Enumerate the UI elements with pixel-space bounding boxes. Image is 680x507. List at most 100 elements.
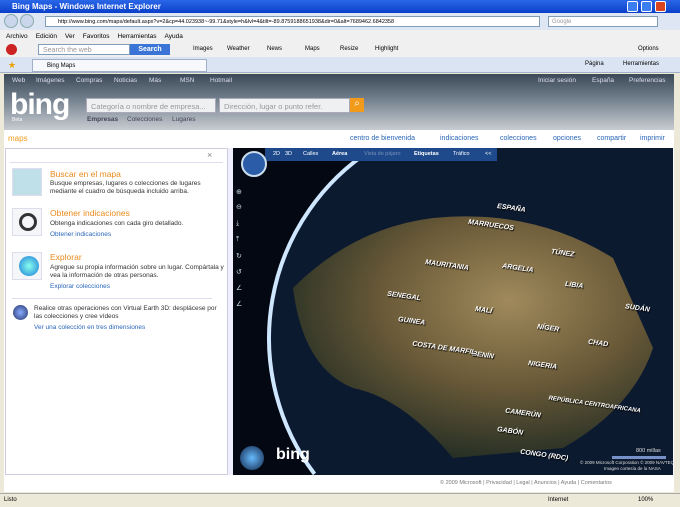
feature-title-explore[interactable]: Explorar [50, 252, 82, 262]
status-bar: Listo Internet 100% [0, 493, 680, 507]
map-canvas[interactable] [233, 148, 673, 475]
maximize-button[interactable] [641, 1, 652, 12]
share-link[interactable]: compartir [597, 135, 626, 142]
map-icon [12, 168, 42, 196]
tab-colecciones[interactable]: Colecciones [127, 116, 162, 123]
menu-favoritos[interactable]: Favoritos [83, 33, 110, 40]
map-copyright: © 2009 Microsoft Corporation © 2009 NAVT… [580, 460, 675, 465]
menu-edicion[interactable]: Edición [36, 33, 57, 40]
steering-wheel-icon [12, 208, 42, 236]
collections-link[interactable]: colecciones [500, 135, 537, 142]
what-search-input[interactable]: Categoría o nombre de empresa... [86, 98, 216, 113]
resize-button[interactable]: Resize [340, 46, 358, 52]
traffic-toggle[interactable]: Tráfico [453, 151, 470, 157]
mode-2d[interactable]: 2D [273, 151, 280, 157]
minimize-button[interactable] [627, 1, 638, 12]
style-aerial[interactable]: Aérea [332, 151, 347, 157]
tab-lugares[interactable]: Lugares [172, 116, 196, 123]
feature-desc-explore: Agregue su propia información sobre un l… [50, 264, 224, 279]
forward-button[interactable] [20, 14, 34, 28]
maps-label: maps [8, 134, 28, 143]
back-button[interactable] [4, 14, 18, 28]
maps-button[interactable]: Maps [305, 46, 320, 52]
close-window-button[interactable] [655, 1, 666, 12]
nav-images[interactable]: Imágenes [36, 77, 65, 84]
feature-title-directions[interactable]: Obtener indicaciones [50, 208, 130, 218]
nav-shopping[interactable]: Compras [76, 77, 102, 84]
options-button[interactable]: Options [638, 46, 659, 52]
globe-image [267, 148, 673, 475]
tilt-down-icon[interactable]: ⤓ [236, 220, 239, 228]
get-directions-link[interactable]: Obtener indicaciones [50, 231, 111, 238]
feature-desc-directions: Obtenga indicaciones con cada giro detal… [50, 220, 184, 227]
tools-menu[interactable]: Herramientas [623, 61, 659, 67]
feature-desc-search: Busque empresas, lugares o colecciones d… [50, 180, 201, 195]
toolbar-search-button[interactable]: Search [130, 44, 170, 55]
scale-label: 800 millas [636, 448, 661, 454]
security-zone: Internet [548, 497, 569, 503]
nav-hotmail[interactable]: Hotmail [210, 77, 232, 84]
zoom-level[interactable]: 100% [638, 497, 653, 503]
url-input[interactable]: http://www.bing.com/maps/default.aspx?v=… [45, 16, 540, 27]
bing-nav: Web Imágenes Compras Noticias Más MSN Ho… [4, 74, 674, 86]
style-birdseye[interactable]: Vista de pájaro [364, 151, 401, 157]
beta-label: Beta [12, 117, 23, 123]
menu-herramientas[interactable]: Herramientas [118, 33, 157, 40]
feature-title-search[interactable]: Buscar en el mapa [50, 169, 121, 179]
nav-news[interactable]: Noticias [114, 77, 137, 84]
imagery-credit: Imagen cortesía de la NASA [604, 466, 661, 471]
scale-bar [612, 456, 666, 459]
rotate-left-icon[interactable]: ↺ [236, 268, 242, 276]
menu-bar: Archivo Edición Ver Favoritos Herramientas Ay… [0, 30, 680, 42]
sign-in-link[interactable]: Iniciar sesión [538, 77, 576, 84]
nav-web[interactable]: Web [12, 77, 25, 84]
collapse-toolbar[interactable]: << [485, 151, 491, 157]
window-title: Bing Maps - Windows Internet Explorer [0, 0, 680, 13]
globe-icon [12, 252, 42, 280]
compass-icon[interactable] [241, 151, 267, 177]
earth-logo-icon [240, 446, 264, 470]
map-toolbar: 2D 3D Calles Aérea Vista de pájaro Etiqu… [265, 148, 497, 161]
weather-button[interactable]: Weather [227, 46, 250, 52]
preferences-link[interactable]: Preferencias [629, 77, 666, 84]
tab-empresas[interactable]: Empresas [87, 116, 118, 123]
zoom-in-icon[interactable]: ⊕ [236, 188, 242, 196]
mode-3d[interactable]: 3D [285, 151, 292, 157]
bing-map-logo: bing [276, 446, 310, 463]
menu-ayuda[interactable]: Ayuda [165, 33, 183, 40]
welcome-center-link[interactable]: centro de bienvenida [350, 135, 415, 142]
highlight-button[interactable]: Highlight [375, 46, 398, 52]
browser-search-input[interactable]: Google [548, 16, 658, 27]
region-link[interactable]: España [592, 77, 614, 84]
tilt-icon-2[interactable]: ∠ [236, 300, 242, 308]
ve3d-link[interactable]: Ver una colección en tres dimensiones [34, 324, 145, 331]
labels-toggle[interactable]: Etiquetas [414, 151, 439, 157]
nav-msn[interactable]: MSN [180, 77, 194, 84]
rotate-right-icon[interactable]: ↻ [236, 252, 242, 260]
zoom-out-icon[interactable]: ⊖ [236, 203, 242, 211]
news-button[interactable]: News [267, 46, 282, 52]
ve3d-text: Realice otras operaciones con Virtual Ea… [34, 305, 217, 320]
options-link[interactable]: opciones [553, 135, 581, 142]
nav-more[interactable]: Más [149, 77, 161, 84]
print-link[interactable]: imprimir [640, 135, 665, 142]
tilt-up-icon[interactable]: ⤒ [236, 236, 239, 244]
virtual-earth-icon [13, 305, 28, 320]
favorites-star-icon[interactable]: ★ [8, 60, 16, 71]
menu-archivo[interactable]: Archivo [6, 33, 28, 40]
ask-logo-icon [6, 44, 17, 55]
where-search-input[interactable]: Dirección, lugar o punto refer. [219, 98, 350, 113]
tilt-icon[interactable]: ∠ [236, 284, 242, 292]
status-text: Listo [4, 497, 17, 503]
page-menu[interactable]: Página [585, 61, 604, 67]
search-icon[interactable]: ⌕ [350, 98, 364, 112]
images-button[interactable]: Images [193, 46, 213, 52]
directions-link[interactable]: indicaciones [440, 135, 479, 142]
tab-bing-maps[interactable]: Bing Maps [32, 59, 207, 72]
menu-ver[interactable]: Ver [65, 33, 75, 40]
explore-collections-link[interactable]: Explorar colecciones [50, 283, 110, 290]
style-roads[interactable]: Calles [303, 151, 318, 157]
close-panel-button[interactable]: × [207, 150, 212, 160]
toolbar-search-input[interactable]: Search the web [38, 44, 130, 55]
footer-links[interactable]: © 2009 Microsoft | Privacidad | Legal | … [440, 480, 612, 486]
